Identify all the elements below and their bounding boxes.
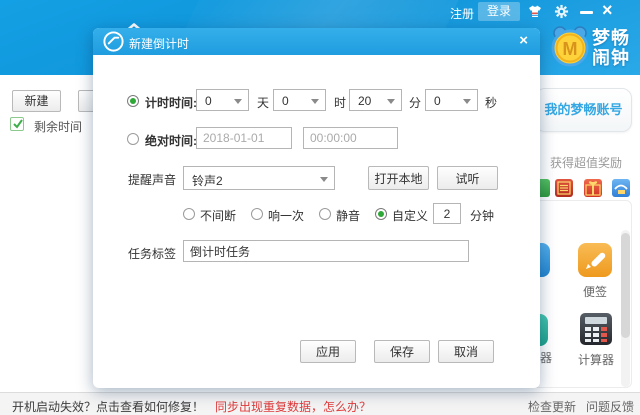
timer-mode-radio[interactable] bbox=[127, 95, 139, 107]
chevron-down-icon bbox=[311, 99, 319, 104]
hours-select[interactable]: 0 bbox=[273, 89, 326, 111]
notes-pencil-icon bbox=[578, 243, 612, 277]
ring-silent-label: 静音 bbox=[336, 207, 360, 224]
ringtone-select[interactable]: 铃声2 bbox=[183, 166, 335, 190]
sound-label: 提醒声音 bbox=[128, 171, 176, 188]
countdown-clock-icon bbox=[102, 30, 125, 53]
check-update-link[interactable]: 检查更新 bbox=[528, 398, 576, 415]
my-account-button[interactable]: 我的梦畅账号 bbox=[535, 88, 632, 132]
new-task-button[interactable]: 新建 bbox=[12, 90, 61, 112]
svg-text:M: M bbox=[563, 39, 578, 59]
skin-theme-icon[interactable] bbox=[527, 4, 543, 20]
dialog-title: 新建倒计时 bbox=[129, 35, 189, 52]
app-logo-icon: M bbox=[548, 24, 592, 73]
task-name-input[interactable] bbox=[183, 240, 469, 262]
preview-sound-button[interactable]: 试听 bbox=[437, 166, 498, 190]
open-local-button[interactable]: 打开本地 bbox=[368, 166, 429, 190]
absolute-time-input[interactable] bbox=[303, 127, 398, 149]
minutes-value: 20 bbox=[358, 94, 371, 108]
app-title-line1: 梦畅 bbox=[592, 28, 630, 48]
days-unit: 天 bbox=[257, 94, 269, 111]
hours-unit: 时 bbox=[334, 94, 346, 111]
sync-duplicate-link[interactable]: 同步出现重复数据，怎么办？ bbox=[215, 398, 371, 415]
days-value: 0 bbox=[205, 94, 212, 108]
ring-continuous-radio[interactable] bbox=[183, 208, 195, 220]
status-bar: 开机启动失效？点击查看如何修复！ 同步出现重复数据，怎么办？ 检查更新 问题反馈 bbox=[0, 392, 640, 415]
ring-once-radio[interactable] bbox=[251, 208, 263, 220]
custom-minutes-unit: 分钟 bbox=[470, 207, 494, 224]
app-title: 梦畅 闹钟 bbox=[592, 28, 630, 68]
ring-continuous-label: 不间断 bbox=[200, 207, 236, 224]
register-link[interactable]: 注册 bbox=[450, 5, 474, 22]
cancel-button[interactable]: 取消 bbox=[438, 340, 494, 363]
ringtone-value: 铃声2 bbox=[192, 172, 223, 189]
calculator-icon bbox=[580, 313, 612, 345]
dialog-close-button[interactable]: × bbox=[519, 32, 528, 49]
tool-notes-label: 便签 bbox=[575, 283, 615, 300]
minutes-select[interactable]: 20 bbox=[349, 89, 402, 111]
rewards-text: 获得超值奖励 bbox=[540, 154, 632, 171]
days-select[interactable]: 0 bbox=[196, 89, 249, 111]
apply-button[interactable]: 应用 bbox=[300, 340, 356, 363]
ring-silent-radio[interactable] bbox=[319, 208, 331, 220]
save-button[interactable]: 保存 bbox=[374, 340, 430, 363]
tools-scrollbar-thumb[interactable] bbox=[621, 233, 630, 338]
ring-custom-radio[interactable] bbox=[375, 208, 387, 220]
seconds-select[interactable]: 0 bbox=[425, 89, 478, 111]
startup-fix-link[interactable]: 开机启动失效？点击查看如何修复！ bbox=[12, 398, 204, 415]
settings-gear-icon[interactable] bbox=[554, 4, 570, 20]
tool-notes[interactable]: 便签 bbox=[575, 243, 615, 300]
window-close-button[interactable]: × bbox=[602, 0, 613, 21]
hidden-tool-label-fragment: 器 bbox=[540, 349, 552, 366]
chevron-down-icon bbox=[387, 99, 395, 104]
app-title-line2: 闹钟 bbox=[592, 48, 630, 68]
reward-coupon-icon[interactable] bbox=[555, 179, 573, 197]
check-icon bbox=[12, 118, 24, 130]
minimize-button[interactable] bbox=[580, 11, 593, 14]
timer-mode-label: 计时时间: bbox=[145, 94, 197, 111]
task-label: 任务标签 bbox=[128, 245, 176, 262]
reward-gift-icon[interactable] bbox=[584, 179, 602, 197]
login-button[interactable]: 登录 bbox=[478, 2, 520, 21]
app-window: 注册 登录 × bbox=[0, 0, 640, 415]
absolute-mode-radio[interactable] bbox=[127, 133, 139, 145]
dialog-header: 新建倒计时 × bbox=[93, 28, 540, 55]
tool-calculator[interactable]: 计算器 bbox=[576, 313, 616, 368]
seconds-value: 0 bbox=[434, 94, 441, 108]
remaining-time-checkbox[interactable] bbox=[10, 117, 24, 131]
chevron-down-icon bbox=[463, 99, 471, 104]
feedback-link[interactable]: 问题反馈 bbox=[586, 398, 634, 415]
absolute-date-input[interactable] bbox=[196, 127, 292, 149]
minutes-unit: 分 bbox=[409, 94, 421, 111]
tool-calculator-label: 计算器 bbox=[576, 351, 616, 368]
chevron-down-icon bbox=[320, 177, 328, 182]
absolute-mode-label: 绝对时间: bbox=[145, 132, 197, 149]
custom-minutes-input[interactable] bbox=[433, 203, 461, 224]
hours-value: 0 bbox=[282, 94, 289, 108]
ring-custom-label: 自定义 bbox=[392, 207, 428, 224]
ring-once-label: 响一次 bbox=[268, 207, 304, 224]
chevron-down-icon bbox=[234, 99, 242, 104]
reward-promo-icon[interactable] bbox=[612, 179, 630, 197]
new-countdown-dialog: 新建倒计时 × 计时时间: 0 天 0 时 20 分 0 秒 绝对时间: bbox=[93, 28, 540, 388]
seconds-unit: 秒 bbox=[485, 94, 497, 111]
